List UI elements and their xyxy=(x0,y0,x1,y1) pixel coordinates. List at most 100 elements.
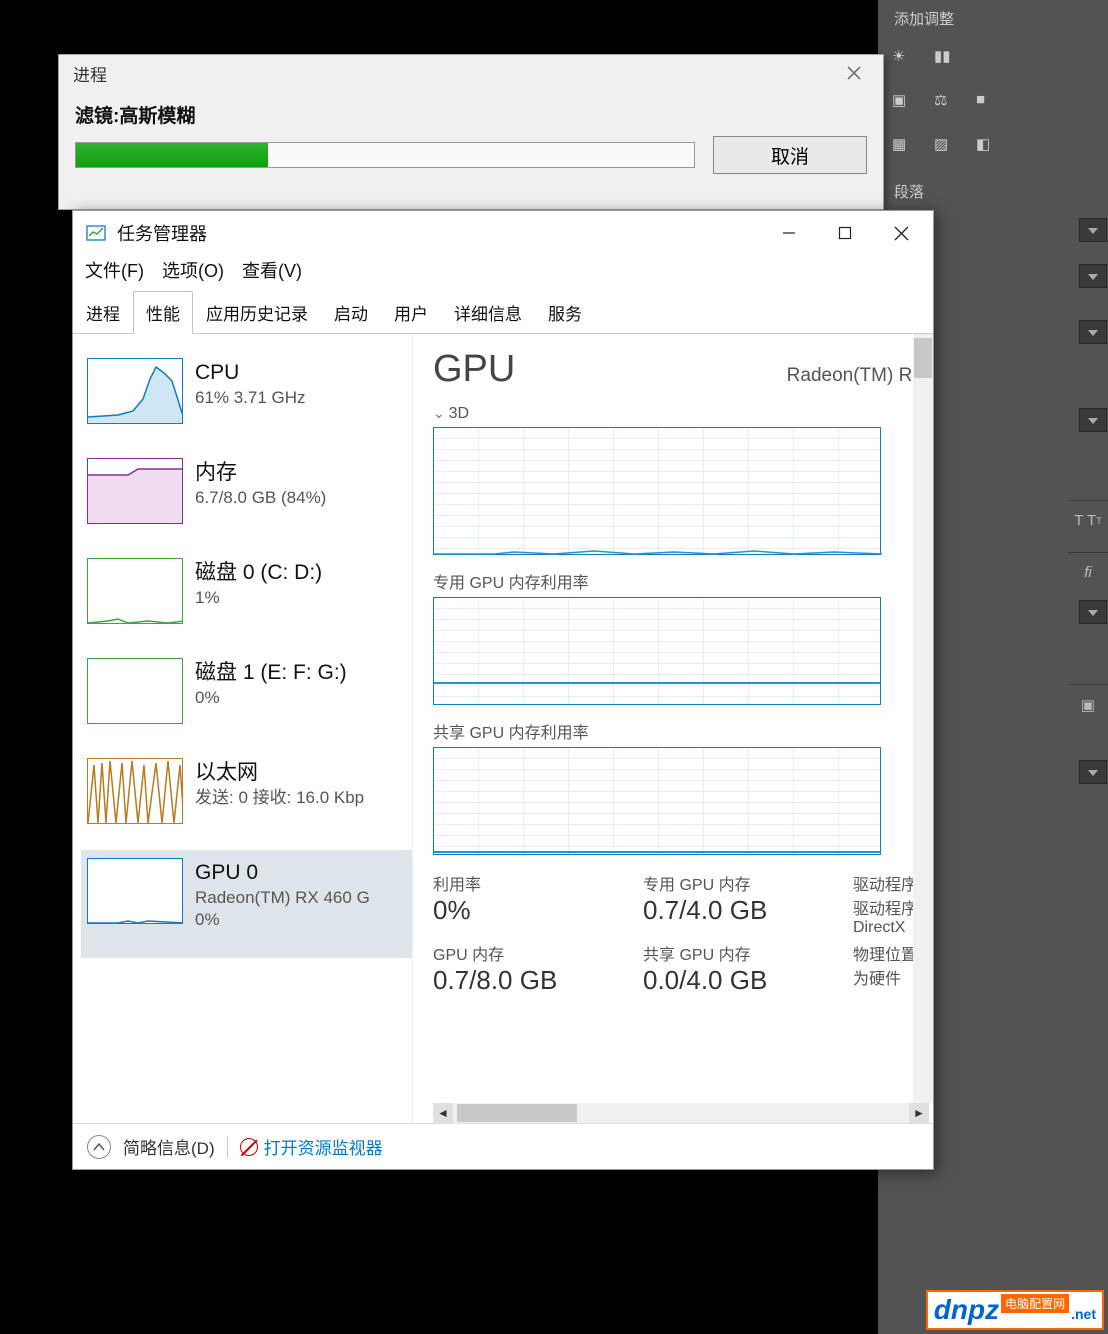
watermark: dnpz电脑配置网.net xyxy=(926,1290,1104,1330)
performance-main: GPU Radeon(TM) RX ⌄ 3D 专用 GPU 内存利用率 共享 G… xyxy=(413,334,933,1123)
close-button[interactable] xyxy=(873,213,929,253)
progress-titlebar[interactable]: 进程 xyxy=(59,55,883,91)
balance-icon[interactable]: ⚖ xyxy=(934,91,958,115)
ps-italic-tool-icon[interactable]: fi xyxy=(1068,552,1108,592)
sidebar-item-cpu[interactable]: CPU 61% 3.71 GHz xyxy=(81,350,412,450)
tab-services[interactable]: 服务 xyxy=(535,291,595,333)
tm-footer: 简略信息(D) 打开资源监视器 xyxy=(73,1123,933,1169)
square-icon[interactable]: ■ xyxy=(976,91,1000,115)
progress-fill xyxy=(76,143,268,167)
chevron-up-icon[interactable] xyxy=(87,1135,111,1159)
ps-dropdown-3[interactable] xyxy=(1079,320,1107,344)
vscroll-thumb[interactable] xyxy=(914,338,932,378)
util-value: 0% xyxy=(433,895,633,926)
minimize-button[interactable] xyxy=(761,213,817,253)
ps-path-icon[interactable]: ▣ xyxy=(1068,684,1108,724)
disk0-sub: 1% xyxy=(195,587,406,609)
threshold-icon[interactable]: ◧ xyxy=(976,135,1000,159)
ps-dropdown-1[interactable] xyxy=(1079,218,1107,242)
ps-adjustments-title: 添加调整 xyxy=(878,0,1108,37)
watermark-text: dnpz xyxy=(934,1294,999,1325)
brightness-icon[interactable]: ☀ xyxy=(892,47,916,71)
filter-icon[interactable]: ▣ xyxy=(892,91,916,115)
progress-title: 进程 xyxy=(73,61,107,86)
ps-icon-row-2: ▣ ⚖ ■ xyxy=(878,81,1108,125)
scroll-right-icon[interactable]: ► xyxy=(909,1103,929,1123)
cpu-label: CPU xyxy=(195,358,406,387)
disk1-sub: 0% xyxy=(195,687,406,709)
menu-options[interactable]: 选项(O) xyxy=(162,257,224,283)
tab-app-history[interactable]: 应用历史记录 xyxy=(193,291,321,333)
ps-dropdown-6[interactable] xyxy=(1079,760,1107,784)
chart-3d xyxy=(433,427,881,555)
disk1-label: 磁盘 1 (E: F: G:) xyxy=(195,658,406,687)
ps-dropdown-2[interactable] xyxy=(1079,264,1107,288)
dedicated-value: 0.7/4.0 GB xyxy=(643,895,843,926)
task-manager-icon xyxy=(85,222,107,244)
gpu-stats: 利用率 0% 专用 GPU 内存 0.7/4.0 GB 驱动程序 驱动程序 Di… xyxy=(433,871,933,996)
disk0-label: 磁盘 0 (C: D:) xyxy=(195,558,406,587)
levels-icon[interactable]: ▮▮ xyxy=(934,47,958,71)
sidebar-item-disk0[interactable]: 磁盘 0 (C: D:) 1% xyxy=(81,550,412,650)
ps-icon-row-1: ☀ ▮▮ xyxy=(878,37,1108,81)
dedicated-mem-line xyxy=(434,682,880,684)
horizontal-scrollbar[interactable]: ◄ ► xyxy=(433,1103,929,1123)
tab-users[interactable]: 用户 xyxy=(381,291,441,333)
shared-mem-line xyxy=(434,851,880,853)
chart-3d-label[interactable]: ⌄ 3D xyxy=(433,405,933,423)
sidebar-item-ethernet[interactable]: 以太网 发送: 0 接收: 16.0 Kbp xyxy=(81,750,412,850)
tm-title: 任务管理器 xyxy=(117,220,761,246)
memory-thumb-graph xyxy=(87,458,183,524)
maximize-button[interactable] xyxy=(817,213,873,253)
sidebar-item-memory[interactable]: 内存 6.7/8.0 GB (84%) xyxy=(81,450,412,550)
ps-dropdown-5[interactable] xyxy=(1079,600,1107,624)
tm-menubar: 文件(F) 选项(O) 查看(V) xyxy=(73,255,933,291)
gpu0-thumb-graph xyxy=(87,858,183,924)
memory-sub: 6.7/8.0 GB (84%) xyxy=(195,487,406,509)
scroll-left-icon[interactable]: ◄ xyxy=(433,1103,453,1123)
footer-divider xyxy=(227,1136,228,1158)
sidebar-item-gpu0[interactable]: GPU 0 Radeon(TM) RX 460 G 0% xyxy=(81,850,412,958)
watermark-tag: 电脑配置网 xyxy=(1001,1294,1069,1313)
ps-type-tool-icon[interactable]: T TT xyxy=(1068,500,1108,540)
hscroll-thumb[interactable] xyxy=(457,1104,577,1122)
menu-file[interactable]: 文件(F) xyxy=(85,257,144,283)
tm-titlebar[interactable]: 任务管理器 xyxy=(73,211,933,255)
util-label: 利用率 xyxy=(433,871,633,895)
cpu-thumb-graph xyxy=(87,358,183,424)
gpumem-label: GPU 内存 xyxy=(433,941,633,965)
gpu-device-name: Radeon(TM) RX xyxy=(787,365,925,387)
gpu0-label: GPU 0 xyxy=(195,858,406,887)
cancel-button[interactable]: 取消 xyxy=(713,136,867,174)
tab-processes[interactable]: 进程 xyxy=(73,291,133,333)
invert-icon[interactable]: ▦ xyxy=(892,135,916,159)
vertical-scrollbar[interactable] xyxy=(913,334,933,1103)
ethernet-sub: 发送: 0 接收: 16.0 Kbp xyxy=(195,787,406,809)
ps-dropdown-4[interactable] xyxy=(1079,408,1107,432)
tm-tabs: 进程 性能 应用历史记录 启动 用户 详细信息 服务 xyxy=(73,291,933,334)
menu-view[interactable]: 查看(V) xyxy=(242,257,302,283)
sidebar-item-disk1[interactable]: 磁盘 1 (E: F: G:) 0% xyxy=(81,650,412,750)
disk0-thumb-graph xyxy=(87,558,183,624)
ps-section-paragraph[interactable]: 段落 xyxy=(878,173,1108,210)
prohibit-icon xyxy=(240,1138,258,1156)
dedicated-label: 专用 GPU 内存 xyxy=(643,871,843,895)
progress-bar xyxy=(75,142,695,168)
ethernet-label: 以太网 xyxy=(195,758,406,787)
open-resource-monitor-link[interactable]: 打开资源监视器 xyxy=(240,1134,383,1159)
ps-icon-row-3: ▦ ▨ ◧ xyxy=(878,125,1108,169)
chart-dedicated-label: 专用 GPU 内存利用率 xyxy=(433,569,933,593)
close-icon[interactable] xyxy=(839,63,869,83)
gpu0-usage: 0% xyxy=(195,909,406,931)
tab-performance[interactable]: 性能 xyxy=(133,291,193,334)
fewer-details-link[interactable]: 简略信息(D) xyxy=(123,1134,215,1159)
posterize-icon[interactable]: ▨ xyxy=(934,135,958,159)
gpu0-device: Radeon(TM) RX 460 G xyxy=(195,887,406,909)
tab-details[interactable]: 详细信息 xyxy=(441,291,535,333)
cpu-sub: 61% 3.71 GHz xyxy=(195,387,406,409)
chart-shared-label: 共享 GPU 内存利用率 xyxy=(433,719,933,743)
ethernet-thumb-graph xyxy=(87,758,183,824)
gpumem-value: 0.7/8.0 GB xyxy=(433,965,633,996)
performance-sidebar: CPU 61% 3.71 GHz 内存 6.7/8.0 GB (84%) xyxy=(73,334,413,1123)
tab-startup[interactable]: 启动 xyxy=(321,291,381,333)
